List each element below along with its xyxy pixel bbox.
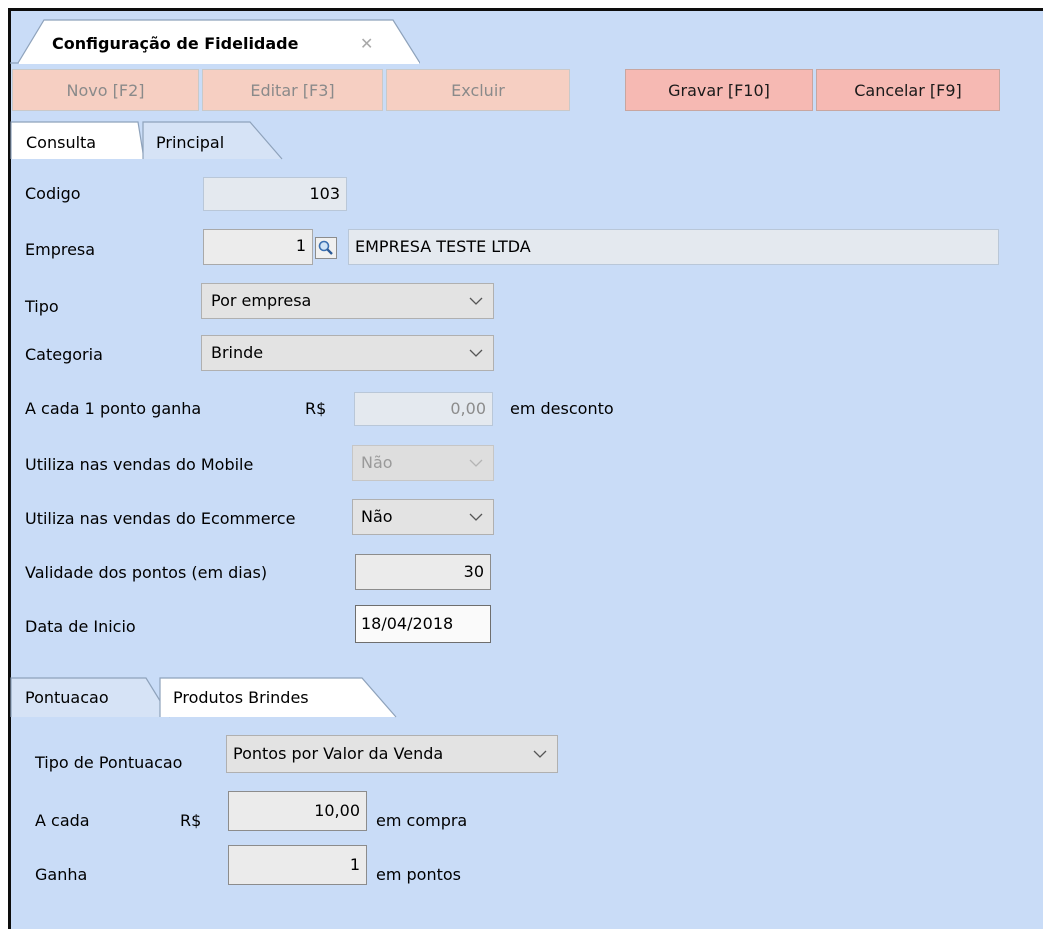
empresa-id-field[interactable]: 1	[203, 229, 313, 265]
tab-principal[interactable]: Principal	[156, 133, 224, 153]
chevron-down-icon[interactable]	[523, 736, 557, 772]
tab-consulta[interactable]: Consulta	[26, 133, 96, 153]
chevron-down-icon[interactable]	[459, 500, 493, 534]
tab-pontuacao[interactable]: Pontuacao	[25, 688, 109, 708]
ponto-currency: R$	[305, 399, 327, 418]
codigo-field[interactable]: 103	[203, 177, 347, 211]
mobile-select[interactable]: Não	[352, 445, 494, 481]
codigo-label: Codigo	[25, 184, 81, 203]
ponto-field[interactable]: 0,00	[354, 392, 493, 426]
ganha-label: Ganha	[35, 865, 88, 884]
ecommerce-select[interactable]: Não	[352, 499, 494, 535]
tipo-pontuacao-label: Tipo de Pontuacao	[35, 753, 183, 772]
tipo-pontuacao-value: Pontos por Valor da Venda	[233, 744, 444, 763]
categoria-label: Categoria	[25, 345, 103, 364]
data-inicio-label: Data de Inicio	[25, 617, 136, 636]
chevron-down-icon[interactable]	[459, 336, 493, 370]
a-cada-label: A cada	[35, 811, 90, 830]
chevron-down-icon[interactable]	[459, 284, 493, 318]
novo-button[interactable]: Novo [F2]	[12, 69, 199, 111]
tipo-select[interactable]: Por empresa	[201, 283, 494, 319]
ecommerce-label: Utiliza nas vendas do Ecommerce	[25, 509, 296, 528]
mobile-label: Utiliza nas vendas do Mobile	[25, 455, 254, 474]
ecommerce-select-value: Não	[361, 507, 393, 526]
tipo-pontuacao-select[interactable]: Pontos por Valor da Venda	[226, 735, 558, 773]
close-icon[interactable]: ✕	[360, 34, 373, 54]
ganha-field[interactable]: 1	[228, 845, 367, 885]
data-inicio-field[interactable]: 18/04/2018	[355, 605, 491, 643]
chevron-down-icon[interactable]	[459, 446, 493, 480]
a-cada-currency: R$	[180, 811, 202, 830]
window-tab-title[interactable]: Configuração de Fidelidade	[52, 34, 298, 54]
ganha-suffix: em pontos	[376, 865, 461, 884]
a-cada-field[interactable]: 10,00	[228, 791, 367, 831]
excluir-button[interactable]: Excluir	[386, 69, 570, 111]
cancelar-button[interactable]: Cancelar [F9]	[816, 69, 1000, 111]
editar-button[interactable]: Editar [F3]	[202, 69, 383, 111]
ponto-label: A cada 1 ponto ganha	[25, 399, 202, 418]
gravar-button[interactable]: Gravar [F10]	[625, 69, 813, 111]
empresa-label: Empresa	[25, 240, 96, 259]
tipo-select-value: Por empresa	[211, 291, 312, 310]
tipo-label: Tipo	[25, 297, 59, 316]
validade-field[interactable]: 30	[355, 554, 491, 590]
validade-label: Validade dos pontos (em dias)	[25, 563, 268, 582]
ponto-suffix: em desconto	[510, 399, 614, 418]
magnifier-icon[interactable]	[315, 237, 337, 259]
categoria-select[interactable]: Brinde	[201, 335, 494, 371]
empresa-name-field: EMPRESA TESTE LTDA	[348, 229, 999, 265]
a-cada-suffix: em compra	[376, 811, 468, 830]
categoria-select-value: Brinde	[211, 343, 264, 362]
tab-produtos-brindes[interactable]: Produtos Brindes	[173, 688, 309, 708]
mobile-select-value: Não	[361, 453, 393, 472]
